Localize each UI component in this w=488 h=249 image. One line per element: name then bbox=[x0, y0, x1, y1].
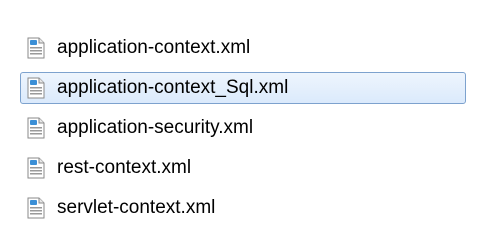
xml-file-icon bbox=[25, 156, 47, 180]
file-item-rest-context[interactable]: rest-context.xml bbox=[20, 152, 466, 184]
file-name: application-context_Sql.xml bbox=[57, 77, 289, 98]
file-list: application-context.xml application-cont… bbox=[20, 30, 470, 235]
xml-file-icon bbox=[25, 196, 47, 220]
file-item-application-context[interactable]: application-context.xml bbox=[20, 32, 466, 64]
file-name: application-context.xml bbox=[57, 37, 251, 58]
xml-file-icon bbox=[25, 36, 47, 60]
file-name: rest-context.xml bbox=[57, 157, 192, 178]
file-name: application-security.xml bbox=[57, 117, 254, 138]
xml-file-icon bbox=[25, 116, 47, 140]
file-item-application-context-sql[interactable]: application-context_Sql.xml bbox=[20, 72, 466, 104]
file-item-application-security[interactable]: application-security.xml bbox=[20, 112, 466, 144]
file-name: servlet-context.xml bbox=[57, 197, 216, 218]
xml-file-icon bbox=[25, 76, 47, 100]
file-item-servlet-context[interactable]: servlet-context.xml bbox=[20, 192, 466, 224]
